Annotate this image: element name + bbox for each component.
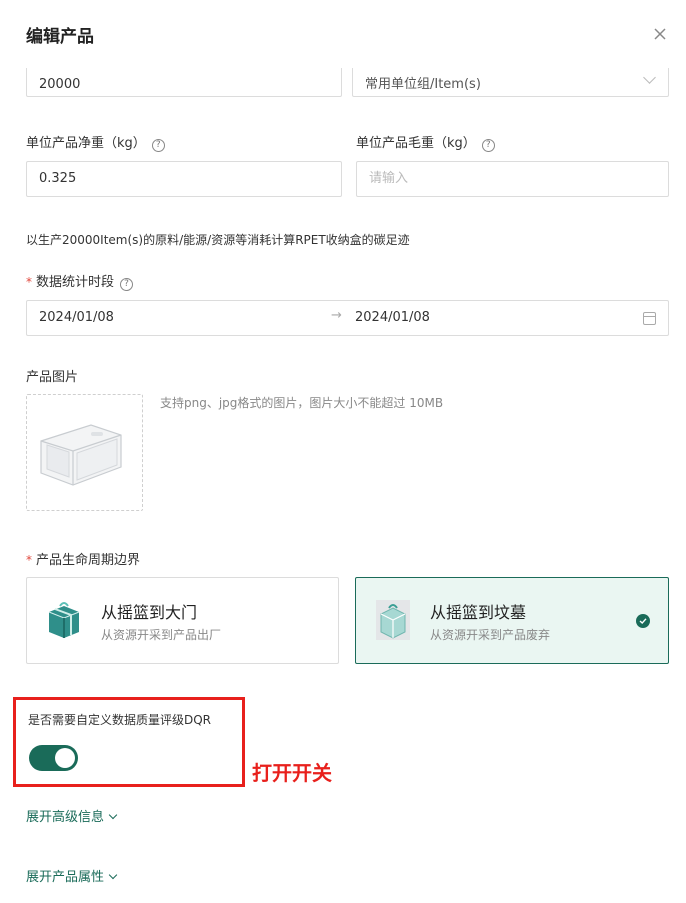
net-weight-label: 单位产品净重（kg）?: [26, 132, 165, 152]
close-icon: [654, 28, 666, 40]
unit-value: 常用单位组/Item(s): [365, 77, 481, 92]
carbon-footprint-description: 以生产20000Item(s)的原料/能源/资源等消耗计算RPET收纳盒的碳足迹: [26, 233, 410, 247]
gross-weight-input[interactable]: 请输入: [356, 161, 669, 197]
annotation-text: 打开开关: [252, 761, 332, 785]
expand-advanced-link[interactable]: 展开高级信息: [26, 806, 118, 825]
option-subtitle: 从资源开采到产品废弃: [430, 628, 551, 642]
lifecycle-option-cradle-to-gate[interactable]: 从摇篮到大门 从资源开采到产品出厂: [26, 577, 339, 664]
help-icon[interactable]: ?: [481, 139, 495, 152]
toggle-knob: [55, 748, 75, 768]
package-icon: [376, 600, 410, 640]
net-weight-input[interactable]: 0.325: [26, 161, 342, 197]
chevron-down-icon: [108, 870, 118, 880]
chevron-down-icon: [108, 810, 118, 820]
dqr-toggle-switch[interactable]: [29, 745, 78, 771]
date-separator: →: [331, 308, 342, 323]
lifecycle-label: * 产品生命周期边界: [26, 553, 141, 568]
help-icon[interactable]: ?: [120, 278, 134, 291]
date-range-picker[interactable]: 2024/01/08 → 2024/01/08: [26, 300, 669, 336]
lifecycle-option-cradle-to-grave[interactable]: 从摇篮到坟墓 从资源开采到产品废弃: [355, 577, 669, 664]
quantity-value: 20000: [39, 77, 81, 92]
product-image-upload[interactable]: [26, 394, 143, 511]
product-image-label: 产品图片: [26, 370, 79, 385]
check-icon: [636, 614, 650, 628]
gift-box-icon: [48, 602, 80, 638]
storage-box-image: [40, 424, 122, 486]
help-icon[interactable]: ?: [151, 139, 165, 152]
dqr-label: 是否需要自定义数据质量评级DQR: [28, 713, 212, 727]
expand-attributes-link[interactable]: 展开产品属性: [26, 866, 118, 885]
option-subtitle: 从资源开采到产品出厂: [101, 628, 222, 642]
calendar-icon: [643, 312, 656, 325]
date-end[interactable]: 2024/01/08: [355, 310, 430, 325]
period-label: * 数据统计时段?: [26, 271, 134, 291]
option-title: 从摇篮到大门: [101, 603, 198, 622]
gross-weight-label: 单位产品毛重（kg）?: [356, 132, 495, 152]
dialog-title: 编辑产品: [26, 27, 94, 47]
date-start[interactable]: 2024/01/08: [39, 310, 114, 325]
upload-hint: 支持png、jpg格式的图片，图片大小不能超过 10MB: [160, 396, 444, 410]
option-title: 从摇篮到坟墓: [430, 603, 527, 622]
dialog-header: 编辑产品: [0, 0, 686, 68]
close-button[interactable]: [648, 22, 672, 46]
